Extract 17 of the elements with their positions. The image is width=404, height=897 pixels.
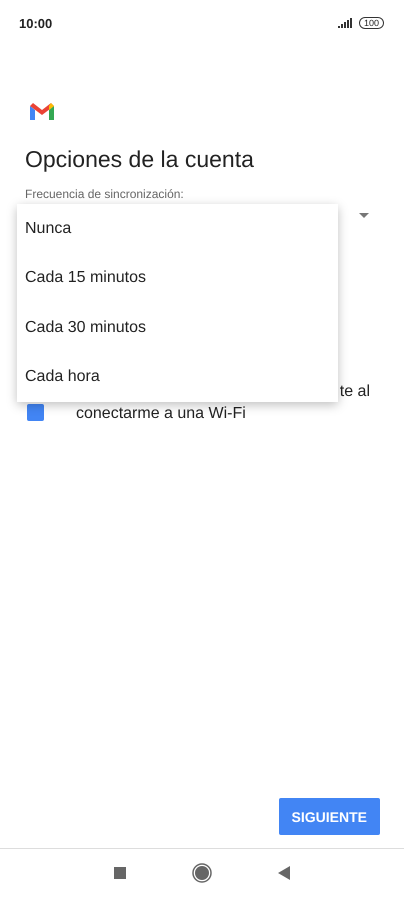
menu-item[interactable]: Nunca bbox=[17, 204, 338, 254]
back-icon[interactable] bbox=[278, 866, 290, 880]
next-button[interactable]: SIGUIENTE bbox=[278, 798, 380, 835]
home-icon[interactable] bbox=[192, 863, 212, 883]
mail-logo-icon bbox=[30, 102, 54, 120]
dropdown-arrow-icon[interactable] bbox=[359, 213, 369, 218]
menu-item[interactable]: Cada 30 minutos bbox=[17, 303, 338, 352]
menu-item[interactable]: Cada 15 minutos bbox=[17, 254, 338, 303]
setting-text: conectarme a una Wi-Fi bbox=[76, 405, 247, 423]
menu-item[interactable]: Cada hora bbox=[17, 352, 338, 402]
battery-icon: 100 bbox=[358, 17, 384, 29]
status-time: 10:00 bbox=[19, 16, 52, 30]
field-label: Frecuencia de sincronización: bbox=[25, 187, 185, 201]
signal-icon bbox=[338, 18, 353, 28]
page-title: Opciones de la cuenta bbox=[25, 146, 255, 173]
checkbox[interactable] bbox=[27, 404, 44, 421]
setting-text: te al bbox=[340, 383, 370, 401]
